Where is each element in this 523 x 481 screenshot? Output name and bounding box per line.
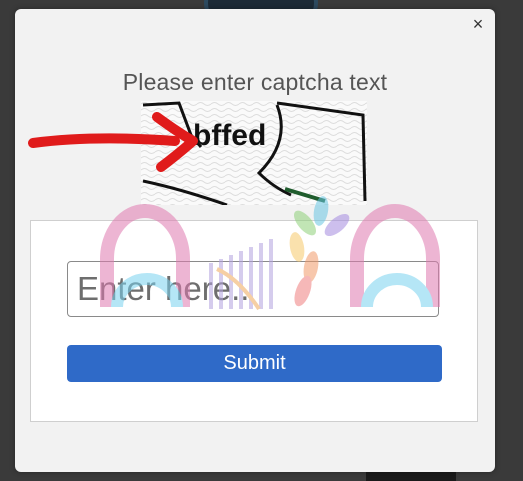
red-arrow-annotation (28, 112, 198, 172)
dialog-title: Please enter captcha text (122, 69, 388, 95)
captcha-input[interactable] (67, 261, 439, 317)
submit-button[interactable]: Submit (67, 345, 442, 382)
captcha-dialog: × Please enter captcha text bffed Submit (15, 9, 495, 472)
captcha-form: Submit (30, 220, 478, 422)
close-icon[interactable]: × (469, 15, 487, 33)
